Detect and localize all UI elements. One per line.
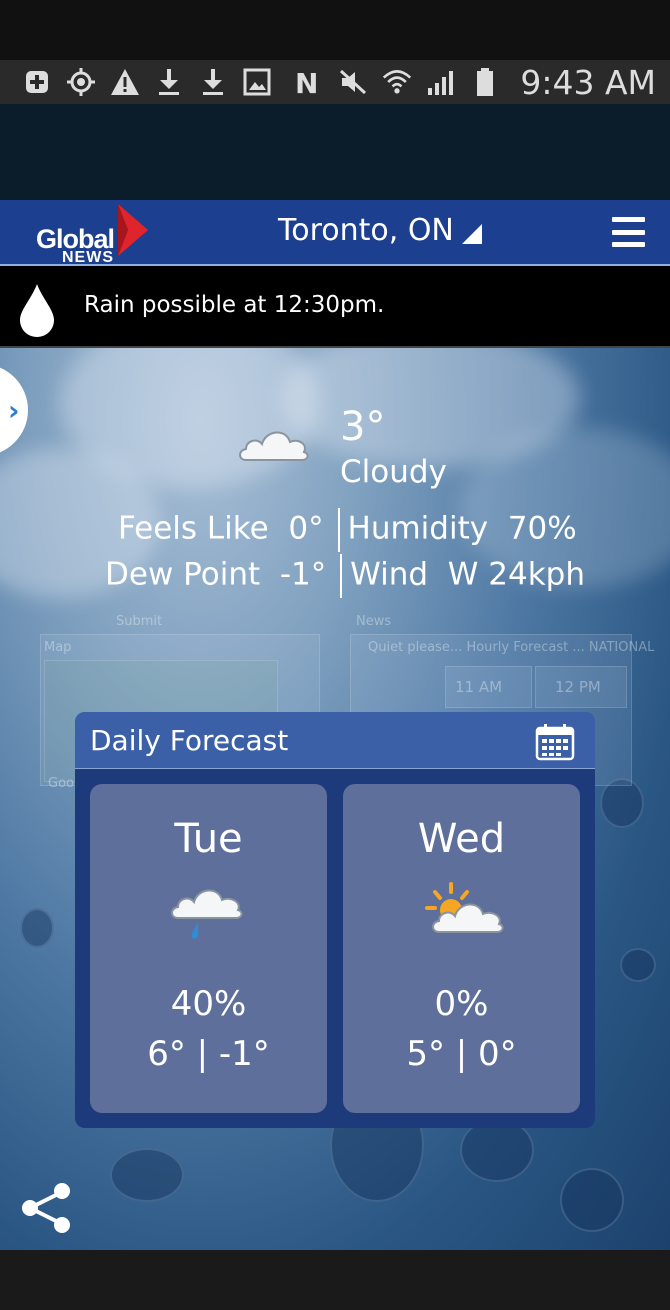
- stats-row-2: Dew Point -1° Wind W 24kph: [105, 554, 585, 598]
- add-box-icon: [22, 67, 52, 97]
- side-drawer-tab[interactable]: ›: [0, 364, 28, 456]
- forecast-day-card[interactable]: Wed 0% 5° | 0°: [343, 784, 580, 1113]
- logo-chevron-icon: [118, 204, 148, 256]
- chevron-right-icon: ›: [8, 394, 20, 427]
- weather-main: › 3° Cloudy Feels Like 0° Humidity 70% D…: [0, 348, 670, 1250]
- forecast-temps: 6° | -1°: [147, 1034, 270, 1074]
- app-bar: Global NEWS Toronto, ON: [0, 200, 670, 266]
- humidity-label: Humidity: [347, 510, 489, 547]
- alert-text: Rain possible at 12:30pm.: [84, 292, 385, 318]
- dew-point-value: -1°: [279, 556, 327, 593]
- background-map-label: Map: [44, 640, 72, 655]
- forecast-precip: 40%: [170, 984, 247, 1024]
- daily-forecast-panel: Daily Forecast Tue 40% 6° | -1° Wed 0% 5…: [75, 712, 595, 1128]
- feels-like-value: 0°: [288, 510, 324, 547]
- hamburger-menu-icon[interactable]: [612, 217, 645, 247]
- background-news-label: News: [356, 614, 392, 629]
- gps-icon: [66, 67, 96, 97]
- background-hourly-label: Quiet please... Hourly Forecast ... NATI…: [368, 640, 655, 655]
- status-bar: N 9:43 AM: [0, 60, 670, 104]
- status-clock: 9:43 AM: [520, 62, 656, 102]
- background-submit-label: Submit: [116, 614, 163, 629]
- alert-bar[interactable]: Rain possible at 12:30pm.: [0, 266, 670, 348]
- status-left-icons: [22, 67, 272, 97]
- cloud-rain-icon: [171, 889, 243, 939]
- location-selector[interactable]: Toronto, ON: [278, 213, 482, 248]
- background-hour-1: 11 AM: [455, 678, 503, 696]
- logo-subtext: NEWS: [62, 249, 114, 266]
- download-icon: [198, 67, 228, 97]
- mute-icon: [338, 67, 368, 97]
- calendar-icon[interactable]: [535, 723, 575, 761]
- dropdown-arrow-icon: [461, 224, 482, 244]
- forecast-day-name: Wed: [417, 816, 506, 862]
- signal-icon: [426, 67, 456, 97]
- forecast-day-name: Tue: [174, 816, 243, 862]
- cloud-icon: [239, 431, 309, 461]
- forecast-temps: 5° | 0°: [406, 1034, 517, 1074]
- daily-forecast-header: Daily Forecast: [75, 712, 595, 769]
- wind-value: W 24kph: [447, 556, 585, 593]
- image-icon: [242, 67, 272, 97]
- header-spacer: [0, 104, 670, 200]
- top-bezel: [0, 0, 670, 60]
- forecast-day-card[interactable]: Tue 40% 6° | -1°: [90, 784, 327, 1113]
- background-map-credit: Goo: [48, 776, 74, 791]
- download-icon: [154, 67, 184, 97]
- warning-icon: [110, 67, 140, 97]
- location-label: Toronto, ON: [278, 213, 454, 248]
- humidity-value: 70%: [507, 510, 577, 547]
- current-temperature: 3°: [340, 404, 386, 450]
- global-news-logo[interactable]: Global NEWS: [36, 204, 156, 266]
- stats-row-1: Feels Like 0° Humidity 70%: [118, 508, 577, 552]
- divider: [340, 554, 343, 598]
- wifi-icon: [382, 67, 412, 97]
- svg-text:N: N: [295, 67, 318, 97]
- daily-forecast-title: Daily Forecast: [90, 724, 289, 757]
- raindrop-icon: [20, 284, 54, 337]
- dew-point-label: Dew Point: [105, 556, 261, 593]
- nfc-icon: N: [294, 67, 324, 97]
- bottom-bezel: [0, 1250, 670, 1310]
- wind-label: Wind: [350, 556, 429, 593]
- status-right-icons: N 9:43 AM: [294, 63, 656, 102]
- feels-like-label: Feels Like: [118, 510, 269, 547]
- share-icon[interactable]: [18, 1180, 74, 1236]
- divider: [337, 508, 340, 552]
- battery-icon: [470, 67, 500, 97]
- background-hour-2: 12 PM: [555, 678, 601, 696]
- current-condition: Cloudy: [340, 454, 447, 490]
- forecast-precip: 0%: [434, 984, 489, 1024]
- partly-sunny-icon: [425, 882, 504, 933]
